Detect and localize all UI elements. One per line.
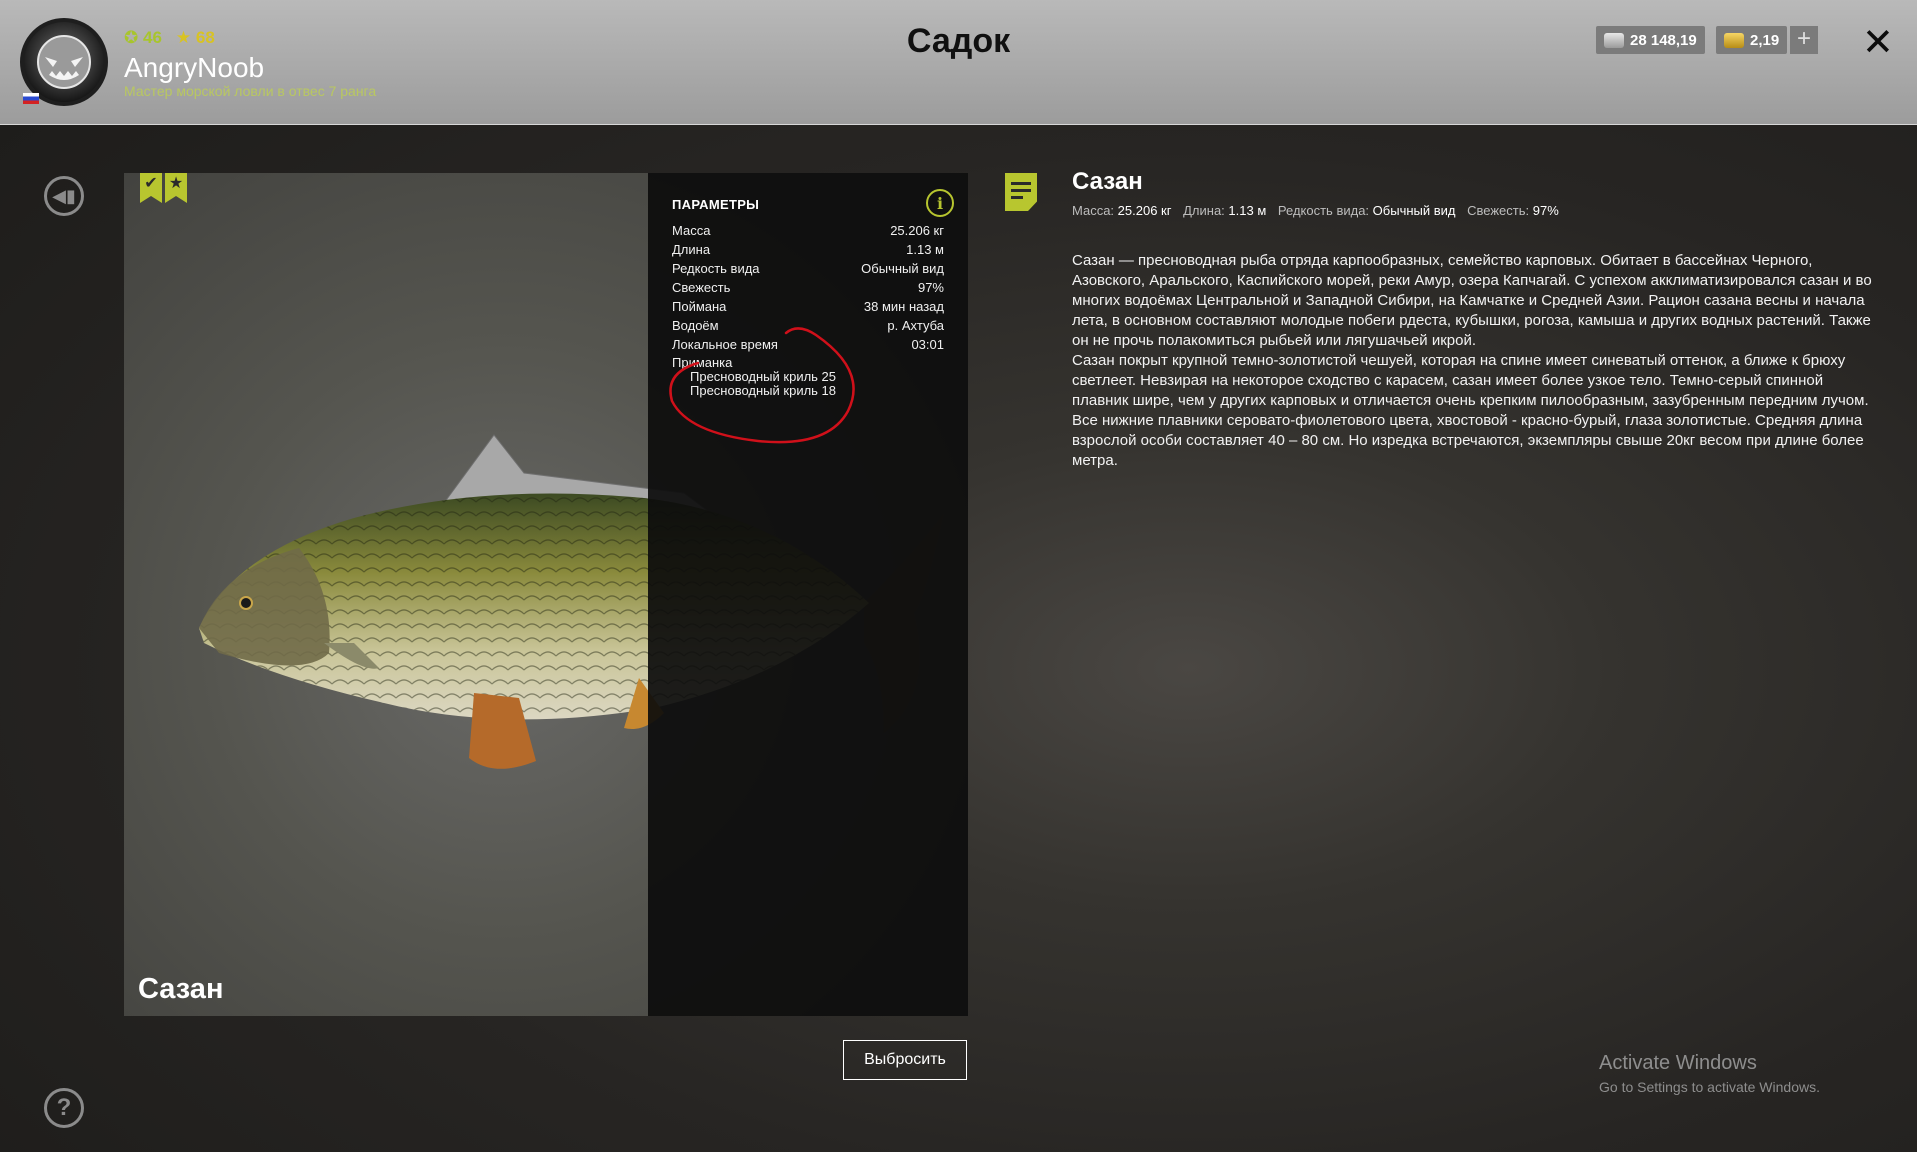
- star-badge-icon: ★: [165, 173, 187, 203]
- top-bar: ✪ 46 ★ 68 AngryNoob Мастер морской ловли…: [0, 0, 1917, 125]
- param-label: Свежесть: [672, 280, 731, 295]
- meta-mass-value: 25.206 кг: [1117, 203, 1172, 218]
- param-label: Редкость вида: [672, 261, 760, 276]
- param-value: 03:01: [911, 337, 944, 352]
- param-value: Обычный вид: [861, 261, 944, 276]
- help-icon: ?: [56, 1094, 72, 1121]
- flag-ru-icon: [23, 93, 39, 104]
- silver-amount: 28 148,19: [1630, 31, 1697, 49]
- silver-coin-icon: [1604, 32, 1624, 48]
- player-rank: Мастер морской ловли в отвес 7 ранга: [124, 83, 377, 99]
- silver-currency[interactable]: 28 148,19: [1596, 26, 1705, 54]
- meta-rarity-value: Обычный вид: [1372, 203, 1456, 218]
- param-row-length: Длина 1.13 м: [672, 240, 944, 259]
- gold-currency[interactable]: 2,19: [1716, 26, 1788, 54]
- notes-icon: [1005, 173, 1037, 211]
- param-label: Длина: [672, 242, 711, 257]
- fish-caption: Сазан: [138, 973, 224, 1005]
- meta-rarity-label: Редкость вида:: [1277, 203, 1370, 218]
- description-paragraph: Сазан — пресноводная рыба отряда карпооб…: [1072, 252, 1872, 349]
- parameters-panel: ПАРАМЕТРЫ i Масса 25.206 кг Длина 1.13 м…: [648, 173, 968, 1016]
- description-paragraph: Сазан покрыт крупной темно-золотистой че…: [1072, 352, 1869, 469]
- param-value: 25.206 кг: [890, 223, 944, 238]
- param-row-freshness: Свежесть 97%: [672, 278, 944, 297]
- param-label: Масса: [672, 223, 711, 238]
- fish-meta-line: Масса: 25.206 кг Длина: 1.13 м Редкость …: [1072, 203, 1567, 218]
- fish-description: Сазан — пресноводная рыба отряда карпооб…: [1072, 251, 1872, 471]
- red-circle-annotation: [669, 327, 855, 444]
- plus-icon[interactable]: +: [1790, 26, 1818, 54]
- back-icon: ◀▮: [52, 185, 76, 206]
- meta-fresh-label: Свежесть:: [1467, 203, 1530, 218]
- meta-mass-label: Масса:: [1072, 203, 1115, 218]
- help-button[interactable]: ?: [44, 1088, 84, 1128]
- param-value: р. Ахтуба: [887, 318, 944, 333]
- release-button[interactable]: Выбросить: [843, 1040, 967, 1080]
- meta-length-label: Длина:: [1183, 203, 1225, 218]
- fish-badges: ✔ ★: [140, 173, 187, 203]
- fish-name-heading: Сазан: [1072, 168, 1143, 195]
- info-icon[interactable]: i: [926, 189, 954, 217]
- param-value: 97%: [917, 280, 944, 295]
- back-button[interactable]: ◀▮: [44, 176, 84, 216]
- param-row-rarity: Редкость вида Обычный вид: [672, 259, 944, 278]
- watermark-title: Activate Windows: [1599, 1052, 1757, 1074]
- checkmark-badge-icon: ✔: [140, 173, 162, 203]
- meta-length-value: 1.13 м: [1228, 203, 1267, 218]
- parameters-title: ПАРАМЕТРЫ: [672, 197, 760, 212]
- param-row-mass: Масса 25.206 кг: [672, 221, 944, 240]
- fish-preview-panel: ✔ ★ Сазан ПАРАМЕТРЫ i Масса 25.206 кг Дл…: [124, 173, 968, 1016]
- meta-fresh-value: 97%: [1532, 203, 1559, 218]
- param-value: 38 мин назад: [863, 299, 944, 314]
- gold-amount: 2,19: [1750, 31, 1780, 49]
- close-icon[interactable]: ✕: [1862, 20, 1894, 65]
- gold-coin-icon: [1724, 32, 1744, 48]
- watermark-subtitle: Go to Settings to activate Windows.: [1599, 1079, 1820, 1095]
- param-value: 1.13 м: [906, 242, 944, 257]
- activate-windows-watermark: Activate Windows Go to Settings to activ…: [1599, 1052, 1820, 1095]
